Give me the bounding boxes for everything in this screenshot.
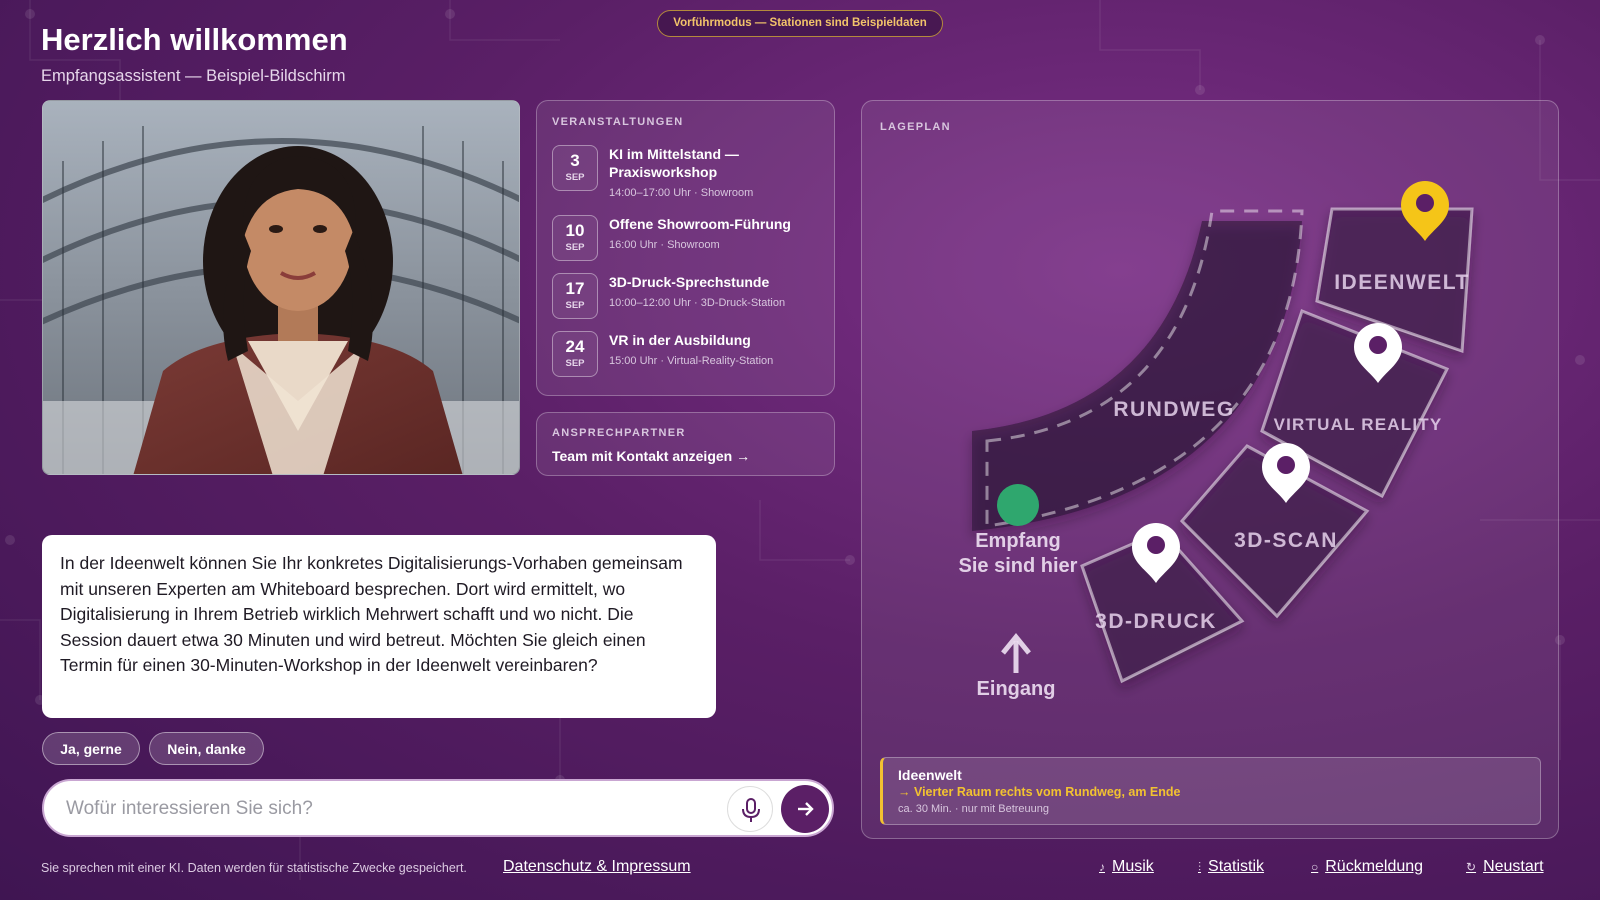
chat-input-bar <box>42 779 834 837</box>
event-date: 17 SEP <box>552 273 598 319</box>
chat-bubble-icon: ○ <box>1311 860 1319 874</box>
event-date: 24 SEP <box>552 331 598 377</box>
music-button[interactable]: ♪ Musik <box>1099 858 1154 876</box>
chat-input[interactable] <box>66 793 666 825</box>
room-info-box: Ideenwelt → Vierter Raum rechts vom Rund… <box>880 757 1541 825</box>
demo-mode-badge: Vorführmodus — Stationen sind Beispielda… <box>657 10 943 37</box>
room-info-meta: ca. 30 Min. · nur mit Betreuung <box>898 803 1050 815</box>
reply-no-button[interactable]: Nein, danke <box>149 732 264 765</box>
label-rundweg: RUNDWEG <box>1113 398 1234 421</box>
entrance-arrow-icon <box>1001 633 1031 673</box>
event-title: 3D-Druck-Sprechstunde <box>609 274 770 290</box>
event-date: 3 SEP <box>552 145 598 191</box>
room-info-direction: → Vierter Raum rechts vom Rundweg, am En… <box>898 785 1181 799</box>
label-eingang: Eingang <box>977 678 1056 700</box>
event-title: Offene Showroom-Führung <box>609 216 791 232</box>
events-heading: VERANSTALTUNGEN <box>552 116 684 128</box>
label-virtual-reality: VIRTUAL REALITY <box>1274 415 1443 434</box>
reply-yes-button[interactable]: Ja, gerne <box>42 732 140 765</box>
event-item[interactable]: 3 SEP KI im Mittelstand — Praxisworkshop… <box>552 145 827 205</box>
page-title: Herzlich willkommen <box>41 22 348 57</box>
map-heading: LAGEPLAN <box>880 121 951 133</box>
floor-plan-map: RUNDWEG IDEENWELT VIRTUAL REALITY 3D-SCA… <box>959 181 1474 700</box>
event-meta: 10:00–12:00 Uhr · 3D-Druck-Station <box>609 297 786 309</box>
arrow-right-icon <box>798 802 814 816</box>
privacy-imprint-link[interactable]: Datenschutz & Impressum <box>503 858 691 876</box>
you-are-here-dot <box>997 484 1039 526</box>
send-button[interactable] <box>781 785 829 833</box>
feedback-button[interactable]: ○ Rückmeldung <box>1311 858 1423 876</box>
avatar-video <box>42 100 520 475</box>
event-title: VR in der Ausbildung <box>609 332 751 348</box>
ai-disclaimer: Sie sprechen mit einer KI. Daten werden … <box>41 861 467 875</box>
label-you-are-here: Sie sind hier <box>959 555 1078 577</box>
event-item[interactable]: 17 SEP 3D-Druck-Sprechstunde 10:00–12:00… <box>552 273 827 321</box>
page-subtitle: Empfangsassistent — Beispiel-Bildschirm <box>41 67 346 85</box>
event-meta: 15:00 Uhr · Virtual-Reality-Station <box>609 355 774 367</box>
event-title: KI im Mittelstand — Praxisworkshop <box>609 146 739 180</box>
event-item[interactable]: 24 SEP VR in der Ausbildung 15:00 Uhr · … <box>552 331 827 379</box>
event-item[interactable]: 10 SEP Offene Showroom-Führung 16:00 Uhr… <box>552 215 827 263</box>
label-3d-druck: 3D-DRUCK <box>1095 610 1217 633</box>
label-empfang: Empfang <box>975 530 1061 552</box>
statistics-icon: ⫶ <box>1198 860 1202 874</box>
events-panel: VERANSTALTUNGEN 3 SEP KI im Mittelstand … <box>536 100 835 396</box>
contact-panel: ANSPRECHPARTNER Team mit Kontakt anzeige… <box>536 412 835 476</box>
microphone-icon <box>742 798 760 822</box>
microphone-button[interactable] <box>727 786 773 832</box>
contact-heading: ANSPRECHPARTNER <box>552 427 686 439</box>
floor-plan-panel: RUNDWEG IDEENWELT VIRTUAL REALITY 3D-SCA… <box>861 100 1559 839</box>
assistant-message: In der Ideenwelt können Sie Ihr konkrete… <box>42 535 716 718</box>
show-contact-team-link[interactable]: Team mit Kontakt anzeigen → <box>552 448 750 464</box>
room-info-title: Ideenwelt <box>898 767 962 783</box>
event-meta: 14:00–17:00 Uhr · Showroom <box>609 187 754 199</box>
restart-button[interactable]: ↻ Neustart <box>1466 858 1544 876</box>
restart-icon: ↻ <box>1466 860 1477 874</box>
label-ideenwelt: IDEENWELT <box>1334 271 1470 294</box>
music-icon: ♪ <box>1099 860 1105 874</box>
statistics-button[interactable]: ⫶ Statistik <box>1198 858 1264 876</box>
event-meta: 16:00 Uhr · Showroom <box>609 239 720 251</box>
label-3d-scan: 3D-SCAN <box>1234 529 1338 552</box>
event-date: 10 SEP <box>552 215 598 261</box>
